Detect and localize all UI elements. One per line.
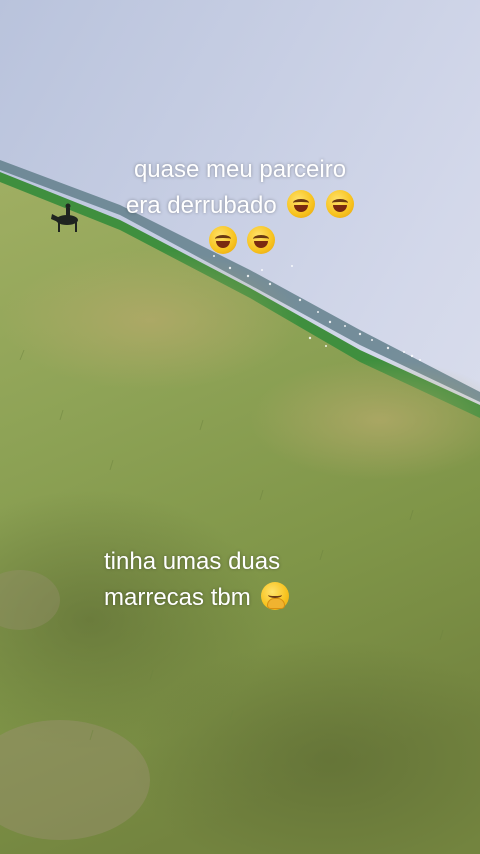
caption-bottom: tinha umas duas marrecas tbm [104, 544, 290, 616]
rolling-on-floor-laughing-emoji [247, 226, 276, 254]
caption-top-line-1: quase meu parceiro [133, 156, 347, 183]
caption-bottom-line-2-text: marrecas tbm [104, 584, 251, 611]
rolling-on-floor-laughing-emoji [287, 190, 316, 218]
dry-grass-patch [0, 250, 300, 390]
caption-top: quase meu parceiro era derrubado [0, 152, 480, 260]
face-with-hand-over-mouth-emoji [261, 582, 290, 610]
caption-top-line-2: era derrubado [0, 188, 480, 224]
caption-bottom-line-1: tinha umas duas [104, 548, 281, 575]
rolling-on-floor-laughing-emoji [326, 190, 355, 218]
caption-top-line-3 [0, 224, 480, 260]
caption-top-line-2-text: era derrubado [125, 192, 277, 219]
rolling-on-floor-laughing-emoji [208, 226, 237, 254]
caption-bottom-line-2: marrecas tbm [104, 580, 290, 616]
photo-background [0, 0, 480, 854]
